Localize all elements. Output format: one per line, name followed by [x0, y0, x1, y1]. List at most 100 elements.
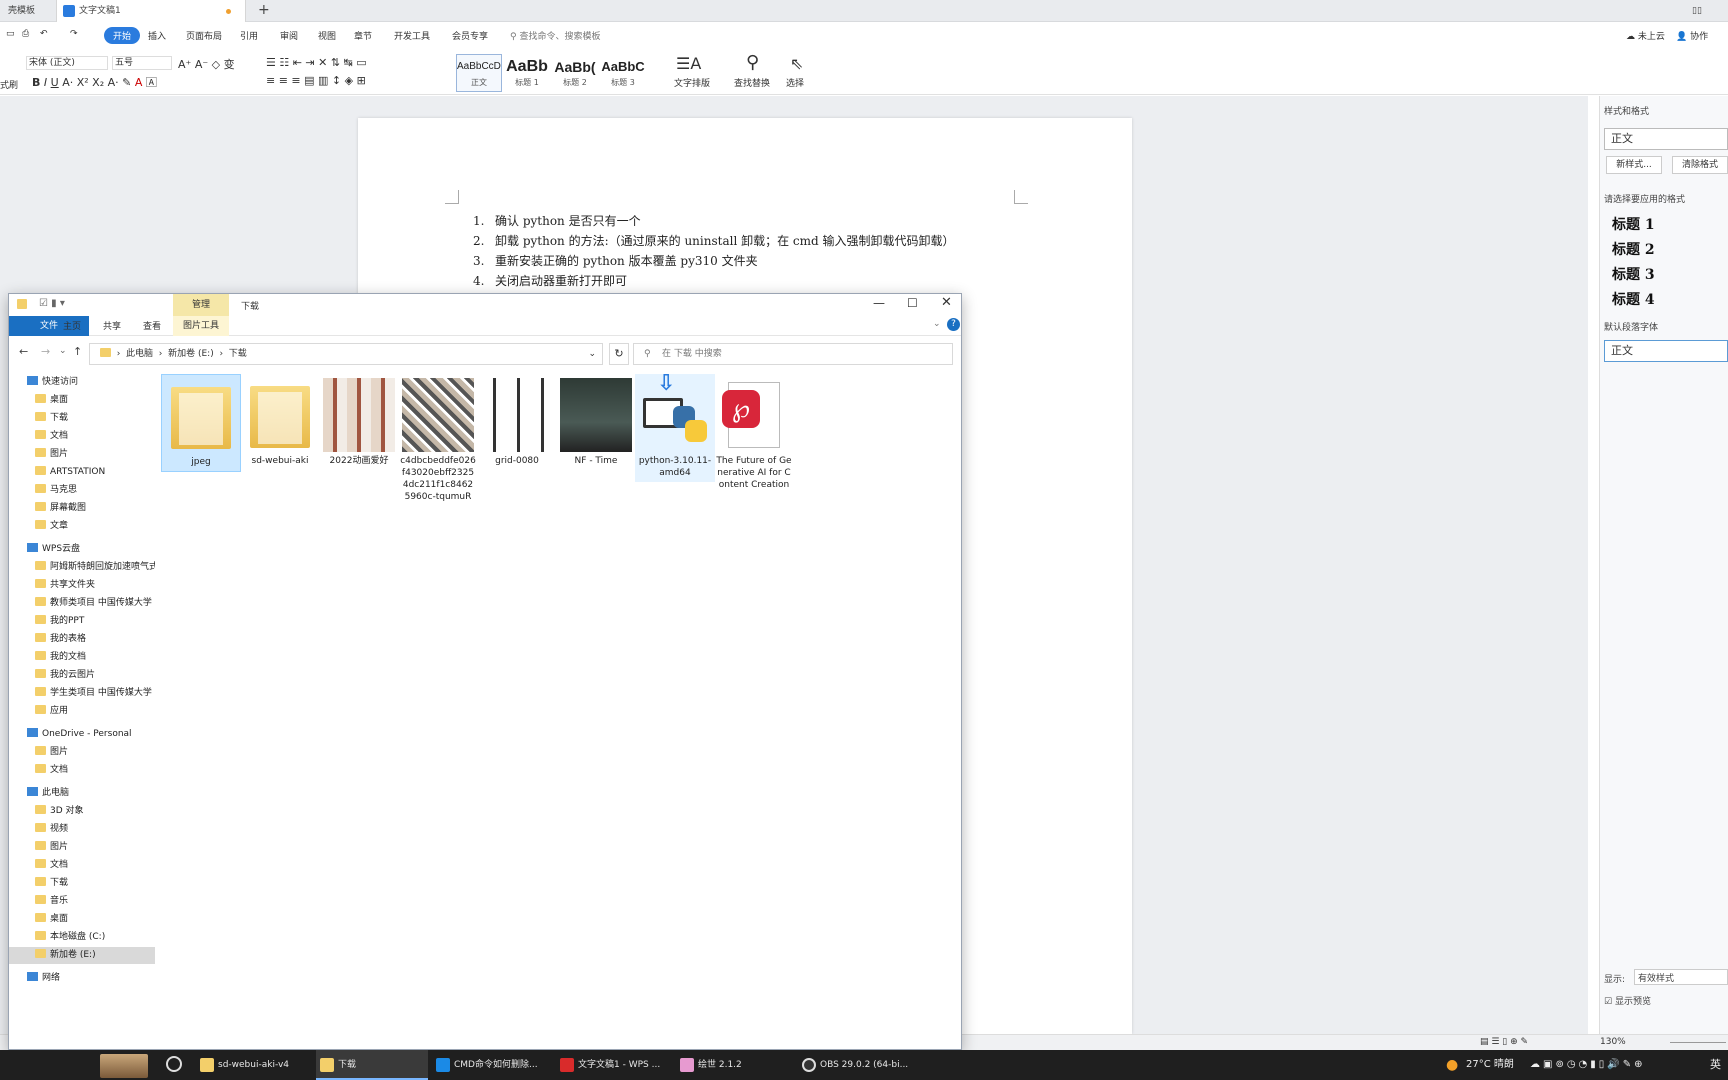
- menu-insert[interactable]: 插入: [148, 29, 166, 42]
- breadcrumb-drive[interactable]: 新加卷 (E:): [168, 349, 214, 359]
- style-heading-3[interactable]: AaBbC 标题 3: [600, 54, 646, 92]
- font-format-tools[interactable]: B I U A· X² X₂ A· ✎ A 🄰: [32, 74, 157, 90]
- up-icon[interactable]: ↑: [73, 345, 82, 358]
- menu-developer[interactable]: 开发工具: [394, 29, 430, 42]
- nav-item[interactable]: OneDrive - Personal: [9, 726, 155, 743]
- nav-item[interactable]: 我的文档: [9, 649, 155, 666]
- file-item[interactable]: NF - Time: [556, 374, 636, 470]
- tab-document[interactable]: 文字文稿1: [56, 0, 246, 22]
- file-item[interactable]: grid-0080: [477, 374, 557, 470]
- current-style-box[interactable]: 正文: [1604, 128, 1728, 150]
- nav-item[interactable]: 文章: [9, 518, 155, 535]
- chevron-down-icon[interactable]: ⌄: [933, 319, 941, 329]
- nav-item[interactable]: 3D 对象: [9, 803, 155, 820]
- collab-button[interactable]: 👤 协作: [1676, 29, 1708, 42]
- chevron-down-icon[interactable]: ⌄: [588, 344, 596, 364]
- tab-template[interactable]: 壳模板: [0, 0, 43, 22]
- nav-item[interactable]: 桌面: [9, 392, 155, 409]
- view-mode-icons[interactable]: ▤ ☰ ▯ ⊕ ✎: [1480, 1037, 1528, 1047]
- save-icon[interactable]: ▭: [6, 29, 15, 39]
- nav-item[interactable]: 我的PPT: [9, 613, 155, 630]
- nav-item[interactable]: 我的云图片: [9, 667, 155, 684]
- nav-item[interactable]: 本地磁盘 (C:): [9, 929, 155, 946]
- doc-line-1[interactable]: 1. 确认 python 是否只有一个: [473, 212, 641, 229]
- font-size-tools[interactable]: A⁺ A⁻ ◇ 变: [178, 56, 235, 72]
- default-font-item[interactable]: 默认段落字体: [1604, 320, 1658, 333]
- ime-indicator[interactable]: 英: [1710, 1050, 1721, 1080]
- maximize-icon[interactable]: ☐: [907, 296, 918, 310]
- weather-text[interactable]: 27°C 晴朗: [1466, 1050, 1514, 1080]
- nav-item[interactable]: 快速访问: [9, 374, 155, 391]
- style-heading-2[interactable]: AaBb(标题 2: [552, 54, 598, 92]
- list-tools[interactable]: ☰ ☷ ⇤ ⇥ ✕ ⇅ ↹ ▭: [266, 56, 367, 69]
- command-search[interactable]: ⚲ 查找命令、搜索模板: [510, 29, 600, 42]
- nav-item[interactable]: 视频: [9, 821, 155, 838]
- doc-line-2[interactable]: 2. 卸载 python 的方法:（通过原来的 uninstall 卸载；在 cm…: [473, 232, 955, 249]
- paragraph-tools[interactable]: ≡ ≡ ≡ ▤ ▥ ↕ ◈ ⊞: [266, 74, 366, 87]
- menu-view[interactable]: 视图: [318, 29, 336, 42]
- undo-icon[interactable]: ↶: [40, 29, 48, 39]
- tab-share[interactable]: 共享: [103, 319, 121, 332]
- nav-item[interactable]: 文档: [9, 857, 155, 874]
- quick-access-toolbar[interactable]: ☑ ▮ ▾: [39, 298, 65, 309]
- search-circle-icon[interactable]: [166, 1056, 182, 1072]
- doc-line-4[interactable]: 4. 关闭启动器重新打开即可: [473, 272, 627, 289]
- nav-item[interactable]: 桌面: [9, 911, 155, 928]
- menu-reference[interactable]: 引用: [240, 29, 258, 42]
- nav-item[interactable]: 文档: [9, 762, 155, 779]
- taskbar-item[interactable]: 文字文稿1 - WPS ...: [556, 1050, 672, 1080]
- format-painter[interactable]: 式刷: [0, 78, 18, 91]
- nav-item[interactable]: 图片: [9, 839, 155, 856]
- tray-icons[interactable]: ☁▣⊚◷◔▮▯🔊✎⊕: [1530, 1050, 1646, 1080]
- help-icon[interactable]: ?: [947, 318, 960, 331]
- tab-home[interactable]: 主页: [63, 319, 81, 332]
- breadcrumb-pc[interactable]: 此电脑: [126, 349, 153, 359]
- nav-item[interactable]: 共享文件夹: [9, 577, 155, 594]
- recent-chevron-icon[interactable]: ⌄: [59, 346, 67, 356]
- nav-item[interactable]: 教师类项目 中国传媒大学: [9, 595, 155, 612]
- select-button[interactable]: 选择: [786, 76, 804, 89]
- heading-3-item[interactable]: 标题 3: [1612, 264, 1655, 284]
- find-replace-button[interactable]: 查找替换: [734, 76, 770, 89]
- file-item[interactable]: c4dbcbeddfe026f43020ebff23254dc211f1c846…: [398, 374, 478, 506]
- clear-format-button[interactable]: 清除格式: [1672, 156, 1728, 174]
- nav-item[interactable]: WPS云盘: [9, 541, 155, 558]
- menu-home[interactable]: 开始: [104, 27, 141, 44]
- nav-item[interactable]: 我的表格: [9, 631, 155, 648]
- manage-tab[interactable]: 管理: [173, 294, 229, 316]
- minimize-icon[interactable]: —: [873, 296, 885, 310]
- nav-item[interactable]: ARTSTATION: [9, 464, 155, 481]
- refresh-icon[interactable]: ↻: [609, 343, 629, 365]
- nav-item[interactable]: 图片: [9, 744, 155, 761]
- tab-picture-tools[interactable]: 图片工具: [173, 316, 229, 336]
- nav-item[interactable]: 新加卷 (E:): [9, 947, 155, 964]
- close-icon[interactable]: ✕: [941, 295, 952, 310]
- file-item[interactable]: 2022动画爱好: [319, 374, 399, 470]
- text-layout-button[interactable]: 文字排版: [674, 76, 710, 89]
- breadcrumb-downloads[interactable]: 下载: [229, 349, 247, 359]
- body-style-item[interactable]: 正文: [1604, 340, 1728, 362]
- address-bar[interactable]: › 此电脑 › 新加卷 (E:) › 下载 ⌄: [89, 343, 603, 365]
- file-item[interactable]: ⇩ python-3.10.11-amd64: [635, 373, 715, 482]
- nav-item[interactable]: 屏幕截图: [9, 500, 155, 517]
- nav-item[interactable]: 文档: [9, 428, 155, 445]
- menu-chapter[interactable]: 章节: [354, 29, 372, 42]
- font-size-select[interactable]: 五号: [112, 56, 172, 70]
- nav-item[interactable]: 音乐: [9, 893, 155, 910]
- heading-1-item[interactable]: 标题 1: [1612, 214, 1655, 234]
- nav-item[interactable]: 此电脑: [9, 785, 155, 802]
- nav-item[interactable]: 应用: [9, 703, 155, 720]
- redo-icon[interactable]: ↷: [70, 29, 78, 39]
- menu-layout[interactable]: 页面布局: [186, 29, 222, 42]
- cloud-status[interactable]: ☁ 未上云: [1626, 29, 1665, 42]
- desktop-widget-icon[interactable]: [100, 1054, 148, 1078]
- nav-item[interactable]: 阿姆斯特朗回旋加速喷气式: [9, 559, 155, 576]
- heading-2-item[interactable]: 标题 2: [1612, 239, 1655, 259]
- nav-item[interactable]: 网络: [9, 970, 155, 987]
- new-tab-button[interactable]: +: [250, 0, 278, 22]
- style-heading-1[interactable]: AaBb 标题 1: [504, 54, 550, 92]
- forward-icon[interactable]: →: [41, 345, 50, 358]
- show-select[interactable]: 有效样式: [1634, 969, 1728, 985]
- nav-item[interactable]: 马克思: [9, 482, 155, 499]
- zoom-slider[interactable]: [1670, 1042, 1726, 1043]
